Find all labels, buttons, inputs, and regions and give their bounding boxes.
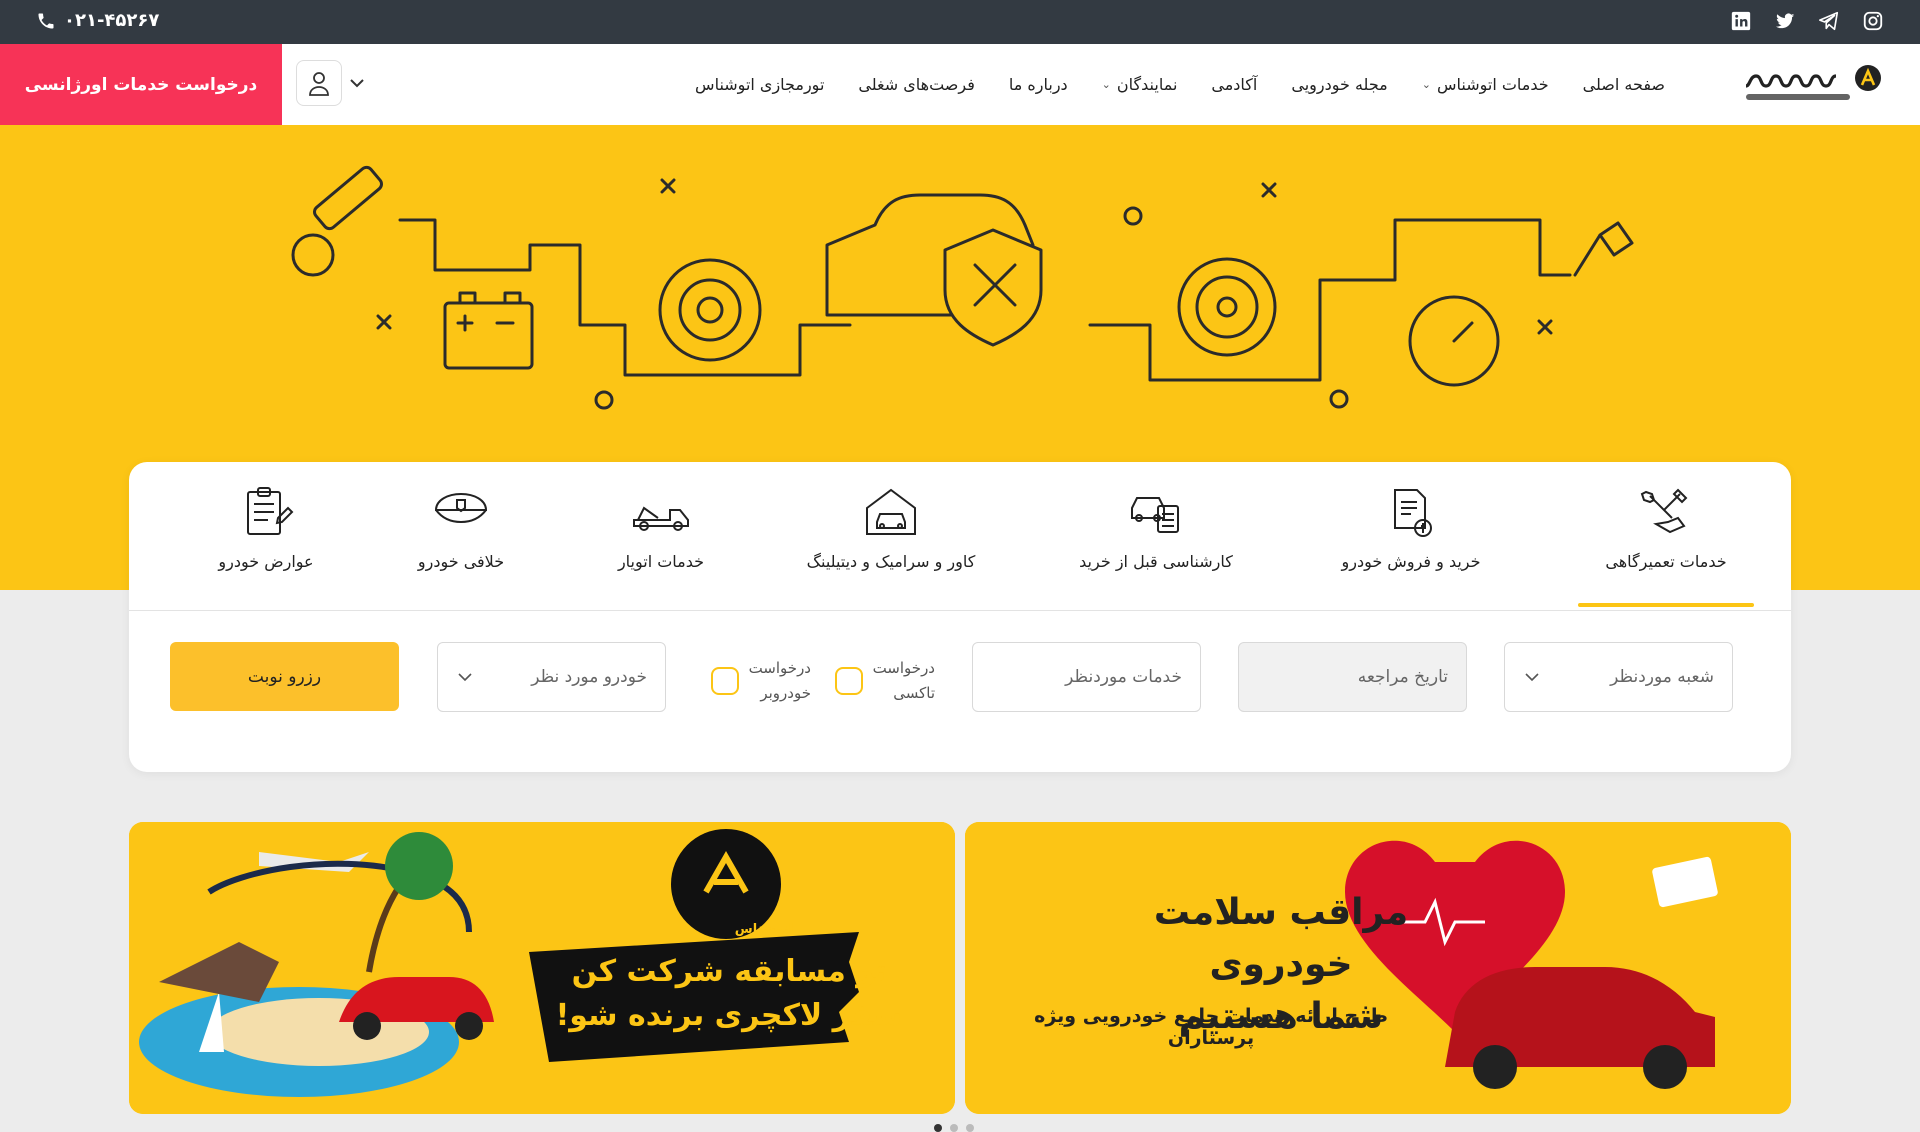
chevron-down-icon: ⌄ bbox=[1421, 78, 1431, 91]
telegram-icon[interactable] bbox=[1818, 10, 1840, 32]
nav-label: صفحه اصلی bbox=[1582, 75, 1665, 94]
tab-vehicle-tolls[interactable]: عوارض خودرو bbox=[211, 484, 321, 571]
taxi-label-line1: درخواست bbox=[872, 659, 935, 677]
tow-label-line2: خودروبر bbox=[760, 684, 811, 702]
garage-car-icon bbox=[866, 488, 916, 535]
tab-label: خدمات اتویار bbox=[617, 552, 705, 571]
tab-label: عوارض خودرو bbox=[218, 552, 314, 571]
linkedin-icon[interactable] bbox=[1730, 10, 1752, 32]
carousel-dot[interactable] bbox=[950, 1124, 958, 1132]
contest-logo-text: اتوشناس bbox=[734, 922, 794, 937]
taxi-label-line2: تاکسی bbox=[893, 684, 935, 702]
nav-label: تورمجازی اتوشناس bbox=[695, 75, 825, 94]
nav-label: درباره ما bbox=[1008, 75, 1068, 94]
tab-repair-services[interactable]: خدمات تعمیرگاهی bbox=[1578, 484, 1754, 607]
tow-request-checkbox[interactable]: درخواست خودروبر bbox=[710, 656, 811, 706]
main-header: صفحه اصلی خدمات اتوشناس ⌄ مجله خودرویی آک… bbox=[0, 44, 1920, 125]
user-icon bbox=[309, 72, 329, 96]
tab-buy-sell[interactable]: خرید و فروش خودرو bbox=[1336, 484, 1486, 571]
service-input[interactable]: خدمات موردنظر bbox=[972, 642, 1201, 712]
branch-select[interactable]: شعبه موردنظر bbox=[1504, 642, 1733, 712]
tab-label: خدمات تعمیرگاهی bbox=[1605, 552, 1727, 571]
tab-label: کاور و سرامیک و دیتیلینگ bbox=[806, 552, 976, 571]
tab-pre-purchase-inspection[interactable]: کارشناسی قبل از خرید bbox=[1076, 484, 1236, 571]
phone-icon bbox=[38, 13, 54, 28]
nav-label: نمایندگان bbox=[1116, 75, 1178, 94]
nav-virtual-tour[interactable]: تورمجازی اتوشناس bbox=[695, 75, 824, 94]
car-placeholder: خودرو مورد نظر bbox=[531, 667, 647, 687]
chevron-down-icon: ⌄ bbox=[1101, 78, 1111, 91]
police-cap-icon bbox=[434, 492, 488, 524]
nurses-banner-subtitle: طرح ارائه خدمات جامع خودرویی ویژه پرستار… bbox=[1034, 1005, 1388, 1049]
nav-label: آکادمی bbox=[1211, 75, 1258, 94]
top-bar: ۰۲۱-۴۵۲۶۷ bbox=[0, 0, 1920, 44]
taxi-request-checkbox[interactable]: درخواست تاکسی bbox=[834, 656, 935, 706]
tab-label: خرید و فروش خودرو bbox=[1341, 552, 1481, 571]
carousel-dots bbox=[934, 1124, 974, 1132]
tab-label: کارشناسی قبل از خرید bbox=[1079, 552, 1233, 571]
nav-academy[interactable]: آکادمی bbox=[1211, 75, 1257, 94]
emergency-services-button[interactable]: درخواست خدمات اورژانسی bbox=[0, 44, 282, 125]
clipboard-icon bbox=[247, 487, 294, 535]
nav-label: خدمات اتوشناس bbox=[1436, 75, 1549, 94]
branch-placeholder: شعبه موردنظر bbox=[1610, 667, 1714, 687]
tow-truck-icon bbox=[633, 506, 689, 531]
tab-autoyar-services[interactable]: خدمات اتویار bbox=[606, 484, 716, 571]
car-checklist-icon bbox=[1131, 497, 1179, 533]
contest-line1: تو مسابقه شرکت کن bbox=[571, 954, 887, 989]
twitter-icon[interactable] bbox=[1774, 10, 1796, 32]
tow-label: درخواست خودروبر bbox=[749, 656, 811, 706]
date-placeholder: تاریخ مراجعه bbox=[1357, 667, 1448, 687]
tow-label-line1: درخواست bbox=[748, 659, 811, 677]
tab-traffic-fines[interactable]: خلافی خودرو bbox=[406, 484, 516, 571]
nav-about[interactable]: درباره ما bbox=[1009, 75, 1068, 94]
instagram-icon[interactable] bbox=[1862, 10, 1884, 32]
nav-home[interactable]: صفحه اصلی bbox=[1583, 75, 1665, 94]
date-input[interactable]: تاریخ مراجعه bbox=[1238, 642, 1467, 712]
banner-nurses[interactable]: مراقب سلامت خودروی شما هستیم طرح ارائه خ… bbox=[965, 822, 1791, 1114]
nav-magazine[interactable]: مجله خودرویی bbox=[1291, 75, 1387, 94]
chevron-down-icon[interactable] bbox=[348, 74, 366, 92]
taxi-label: درخواست تاکسی bbox=[873, 656, 935, 706]
contest-line2: سفر لاکچری برنده شو! bbox=[555, 998, 903, 1033]
phone-text: ۰۲۱-۴۵۲۶۷ bbox=[64, 10, 160, 31]
nav-label: فرصت‌های شغلی bbox=[858, 75, 975, 94]
tow-checkbox-box[interactable] bbox=[710, 667, 739, 695]
phone-number[interactable]: ۰۲۱-۴۵۲۶۷ bbox=[36, 10, 159, 31]
site-logo[interactable] bbox=[1740, 58, 1888, 110]
social-links bbox=[1730, 10, 1884, 32]
emergency-label: درخواست خدمات اورژانسی bbox=[24, 74, 258, 95]
carousel-dot[interactable] bbox=[966, 1124, 974, 1132]
banner-contest[interactable]: اتوشناس تو مسابقه شرکت کن سفر لاکچری برن… bbox=[129, 822, 955, 1114]
carousel-dot-active[interactable] bbox=[934, 1124, 942, 1132]
car-select[interactable]: خودرو مورد نظر bbox=[437, 642, 666, 712]
wrench-hand-icon bbox=[1640, 488, 1688, 534]
tab-label: خلافی خودرو bbox=[417, 552, 505, 571]
nurses-title-line1: مراقب سلامت خودروی bbox=[1153, 892, 1409, 985]
document-money-icon bbox=[1394, 489, 1432, 537]
user-account-button[interactable] bbox=[296, 60, 342, 106]
reserve-label: رزرو نوبت bbox=[247, 666, 322, 687]
service-placeholder: خدمات موردنظر bbox=[1065, 667, 1182, 687]
nav-label: مجله خودرویی bbox=[1291, 75, 1388, 94]
reserve-appointment-button[interactable]: رزرو نوبت bbox=[170, 642, 399, 711]
taxi-checkbox-box[interactable] bbox=[834, 667, 863, 695]
main-nav: صفحه اصلی خدمات اتوشناس ⌄ مجله خودرویی آک… bbox=[695, 44, 1665, 125]
service-tabs: خدمات تعمیرگاهی خرید و فروش خودرو کارشنا… bbox=[129, 462, 1791, 611]
tab-cover-ceramic-detailing[interactable]: کاور و سرامیک و دیتیلینگ bbox=[791, 484, 991, 571]
chevron-down-icon bbox=[1525, 673, 1539, 682]
contest-banner-text: تو مسابقه شرکت کن سفر لاکچری برنده شو! bbox=[509, 950, 949, 1038]
nav-services[interactable]: خدمات اتوشناس ⌄ bbox=[1422, 75, 1549, 94]
service-booking-card: خدمات تعمیرگاهی خرید و فروش خودرو کارشنا… bbox=[129, 462, 1791, 772]
chevron-down-icon bbox=[458, 673, 472, 682]
nav-agents[interactable]: نمایندگان ⌄ bbox=[1102, 75, 1178, 94]
nav-careers[interactable]: فرصت‌های شغلی bbox=[858, 75, 974, 94]
